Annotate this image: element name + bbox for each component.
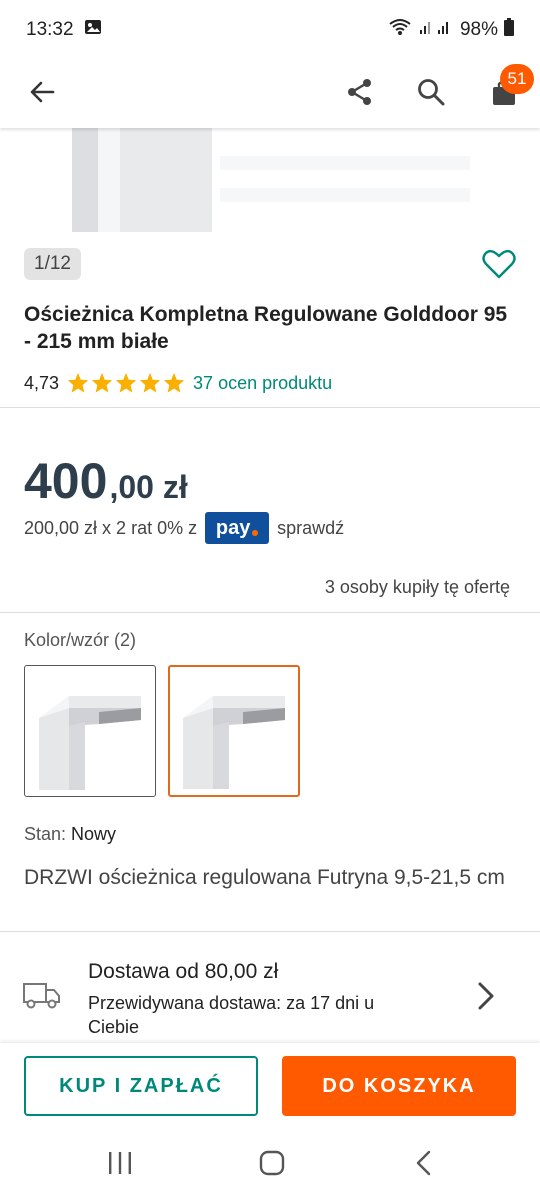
check-installments-link[interactable]: sprawdź <box>277 518 344 539</box>
cart-count-badge: 51 <box>500 64 534 94</box>
installments-row: 200,00 zł x 2 rat 0% z pay sprawdź <box>24 511 344 545</box>
installments-text: 200,00 zł x 2 rat 0% z <box>24 517 198 538</box>
signal-icon <box>418 18 454 42</box>
condition-label: Stan: <box>24 824 67 844</box>
divider <box>0 931 540 932</box>
short-description: DRZWI ościeżnica regulowana Futryna 9,5-… <box>24 866 505 889</box>
divider <box>0 612 540 613</box>
divider <box>0 407 540 408</box>
product-title: Ościeżnica Kompletna Regulowane Golddoor… <box>24 303 508 353</box>
rating-value: 4,73 <box>24 372 60 393</box>
delivery-subtitle: Przewidywana dostawa: za 17 dni u Ciebie <box>88 993 375 1037</box>
search-button[interactable] <box>405 68 457 120</box>
condition-value: Nowy <box>71 824 117 844</box>
share-button[interactable] <box>334 68 386 120</box>
star-icon <box>139 372 161 393</box>
rating-stars <box>67 372 185 394</box>
cart-button[interactable]: 51 <box>478 64 534 120</box>
star-icon <box>91 372 113 393</box>
system-back-button[interactable] <box>394 1145 454 1185</box>
price-rest: ,00 zł <box>109 469 188 505</box>
battery-icon <box>504 18 514 42</box>
chevron-right-icon <box>476 980 496 1017</box>
star-icon <box>67 372 89 393</box>
variant-swatch-1[interactable] <box>24 665 156 797</box>
add-to-cart-button[interactable]: DO KOSZYKA <box>282 1056 516 1116</box>
product-image-graphic <box>72 128 470 232</box>
back-button[interactable] <box>16 68 68 120</box>
battery-text: 98% <box>459 19 498 40</box>
price-main: 400 <box>24 453 108 509</box>
share-icon <box>345 77 375 112</box>
gallery-row: 1/12 <box>24 248 516 284</box>
rating-row: 4,73 37 ocen produktu <box>24 370 332 396</box>
search-icon <box>416 77 446 112</box>
door-frame-thumbnail <box>39 696 141 790</box>
delivery-row[interactable]: Dostawa od 80,00 zł Przewidywana dostawa… <box>0 950 540 1042</box>
home-icon <box>259 1150 285 1181</box>
status-bar: 13:32 98% <box>0 0 540 60</box>
door-frame-thumbnail <box>183 696 285 789</box>
star-icon <box>115 372 137 393</box>
reviews-link[interactable]: 37 ocen produktu <box>193 373 332 394</box>
buy-now-button[interactable]: KUP I ZAPŁAĆ <box>24 1056 258 1116</box>
action-bar: KUP I ZAPŁAĆ DO KOSZYKA <box>0 1043 540 1131</box>
gallery-icon <box>84 18 102 42</box>
favorite-heart-icon[interactable] <box>482 248 516 280</box>
price: 400 ,00 zł <box>24 452 188 510</box>
condition-row: Stan: Nowy <box>24 824 116 845</box>
home-button[interactable] <box>242 1145 302 1185</box>
back-chevron-icon <box>414 1150 434 1181</box>
recent-apps-icon <box>107 1151 133 1180</box>
app-bar: 51 <box>0 60 540 128</box>
pay-logo-text: pay <box>215 516 251 539</box>
pay-logo: pay <box>205 512 270 544</box>
back-arrow-icon <box>28 78 56 111</box>
status-time: 13:32 <box>26 19 74 40</box>
truck-icon <box>22 980 62 1015</box>
wifi-icon <box>388 18 412 42</box>
image-counter: 1/12 <box>24 248 81 280</box>
recent-apps-button[interactable] <box>90 1145 150 1185</box>
variant-label: Kolor/wzór (2) <box>24 630 137 650</box>
bought-count: 3 osoby kupiły tę ofertę <box>324 577 510 597</box>
delivery-title: Dostawa od 80,00 zł <box>88 960 279 983</box>
product-image[interactable] <box>0 128 540 232</box>
system-nav-bar <box>0 1131 540 1200</box>
star-icon <box>163 372 185 393</box>
variant-swatch-2-selected[interactable] <box>168 665 300 797</box>
